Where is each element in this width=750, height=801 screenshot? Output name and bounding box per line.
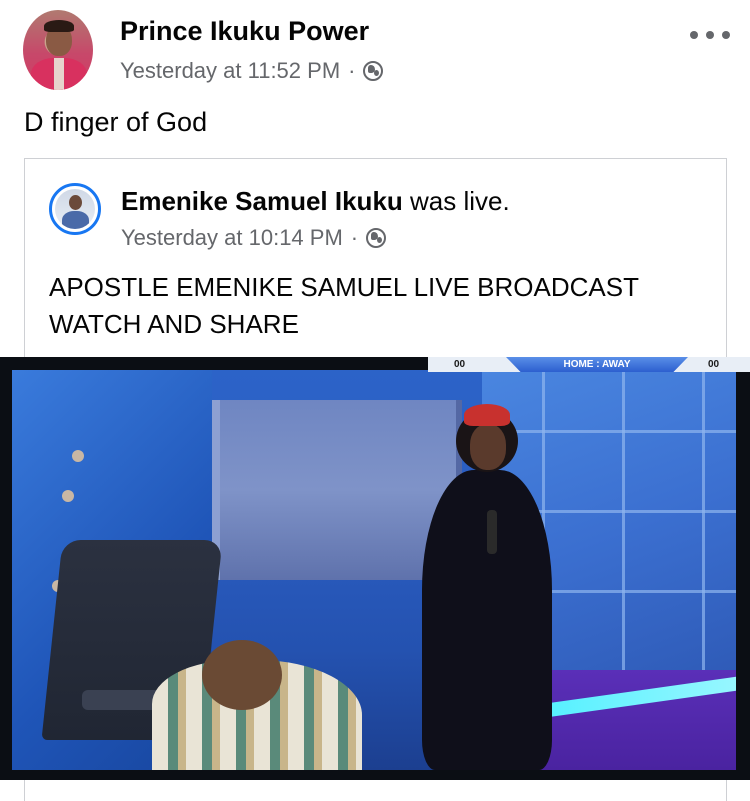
shared-title: Emenike Samuel Ikuku was live.: [121, 186, 510, 217]
facebook-post: Prince Ikuku Power Yesterday at 11:52 PM…: [0, 0, 750, 801]
live-video-player[interactable]: 00 HOME : AWAY 00: [0, 357, 750, 780]
man-head: [202, 640, 282, 710]
shared-text-line: WATCH AND SHARE: [49, 309, 299, 339]
avatar-head: [69, 195, 82, 210]
microphone: [487, 510, 497, 554]
post-text: D finger of God: [24, 107, 208, 137]
meta-separator: ·: [348, 58, 356, 83]
post-timestamp[interactable]: Yesterday at 11:52 PM: [120, 58, 340, 84]
avatar-body: [62, 211, 89, 229]
globe-icon[interactable]: [366, 228, 387, 248]
shared-meta: Yesterday at 10:14 PM ·: [121, 225, 387, 251]
avatar-shirt: [54, 58, 64, 90]
shared-text-line: APOSTLE EMENIKE SAMUEL LIVE BROADCAST: [49, 272, 639, 302]
more-dot: [690, 31, 698, 39]
shared-post-text: APOSTLE EMENIKE SAMUEL LIVE BROADCAST WA…: [49, 269, 709, 343]
more-dot: [722, 31, 730, 39]
shared-timestamp[interactable]: Yesterday at 10:14 PM: [121, 225, 343, 251]
author-name[interactable]: Prince Ikuku Power: [120, 16, 369, 47]
flower: [62, 490, 74, 502]
more-dot: [706, 31, 714, 39]
set-grid-line: [702, 370, 705, 700]
more-horizontal-icon[interactable]: [690, 30, 730, 40]
avatar-hair: [44, 20, 74, 32]
broadcast-scorebar: 00 HOME : AWAY 00: [428, 357, 750, 372]
shared-action: was live.: [402, 186, 510, 216]
shared-author-name[interactable]: Emenike Samuel Ikuku: [121, 186, 403, 216]
woman-face: [470, 424, 506, 470]
post-meta: Yesterday at 11:52 PM ·: [120, 58, 384, 84]
home-away-banner: HOME : AWAY: [506, 357, 688, 372]
flower: [72, 450, 84, 462]
score-left: 00: [454, 359, 466, 370]
set-grid-line: [482, 430, 736, 433]
avatar-photo: [55, 189, 95, 229]
video-frame: [12, 370, 736, 770]
score-right: 00: [708, 359, 720, 370]
card-border-bottom: [24, 780, 727, 801]
set-grid-line: [622, 370, 625, 700]
author-avatar[interactable]: [23, 10, 93, 90]
shared-post-card[interactable]: Emenike Samuel Ikuku was live. Yesterday…: [24, 158, 727, 358]
globe-icon[interactable]: [363, 61, 384, 81]
shared-author-avatar[interactable]: [49, 183, 101, 235]
meta-separator: ·: [350, 225, 359, 250]
woman-red-cap: [464, 404, 510, 426]
